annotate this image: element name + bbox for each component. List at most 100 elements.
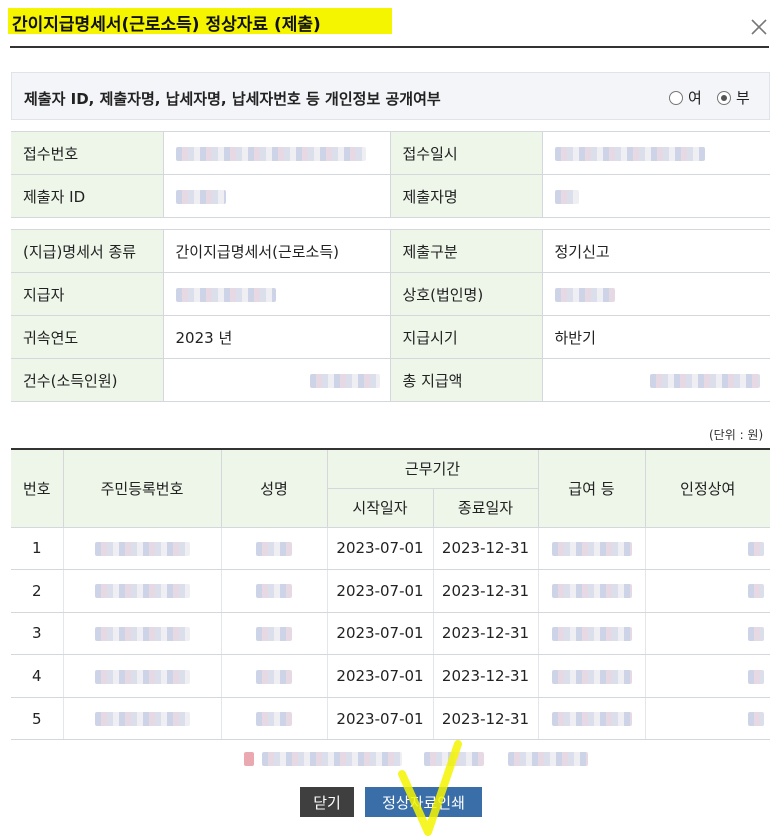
row-rrn (63, 697, 222, 741)
header-end-date: 종료일자 (432, 487, 539, 528)
redacted-value (554, 146, 705, 161)
redacted-value (256, 584, 292, 599)
row-salary (538, 527, 646, 571)
redacted-value (94, 626, 190, 641)
row-rrn (63, 569, 222, 613)
privacy-option-no[interactable]: 부 (717, 87, 750, 108)
table-header-row: 번호 주민등록번호 성명 근무기간 급여 등 인정상여 (11, 448, 771, 528)
table-row: 접수번호 접수일시 (11, 131, 770, 175)
submitter-name-value (542, 174, 770, 218)
count-value (163, 358, 391, 402)
redacted-value (748, 584, 765, 599)
payer-value (163, 272, 391, 316)
row-bonus (645, 697, 771, 741)
statement-type-value: 간이지급명세서(근로소득) (163, 229, 391, 273)
table-row: 4 2023-07-01 2023-12-31 (11, 654, 771, 698)
statement-info-table: (지급)명세서 종류 간이지급명세서(근로소득) 제출구분 정기신고 지급자 상… (11, 229, 770, 402)
row-no: 1 (11, 527, 64, 571)
redacted-value (551, 712, 632, 727)
redacted-value (424, 752, 484, 766)
redacted-value (748, 669, 765, 684)
row-bonus (645, 569, 771, 613)
row-salary (538, 697, 646, 741)
redacted-value (262, 752, 402, 766)
radio-yes-icon[interactable] (669, 90, 683, 105)
redacted-value (748, 712, 765, 727)
privacy-option-no-label: 부 (736, 89, 750, 107)
statement-type-label: (지급)명세서 종류 (11, 229, 164, 273)
redacted-value (554, 189, 579, 204)
submitter-id-label: 제출자 ID (11, 174, 164, 218)
close-icon[interactable] (748, 16, 770, 38)
row-name (221, 654, 328, 698)
header-salary: 급여 등 (537, 448, 646, 528)
redacted-value (551, 584, 632, 599)
company-label: 상호(법인명) (390, 272, 543, 316)
footer-redacted-text (244, 750, 588, 768)
redacted-value (256, 669, 292, 684)
redacted-value (94, 712, 190, 727)
privacy-option-yes-label: 여 (688, 89, 702, 107)
submit-category-label: 제출구분 (390, 229, 543, 273)
redacted-value (175, 189, 226, 204)
row-start-date: 2023-07-01 (327, 527, 434, 571)
row-name (221, 569, 328, 613)
employee-table-body: 1 2023-07-01 2023-12-31 2 2023-07-01 2023-12-… (11, 527, 771, 741)
submit-category-value: 정기신고 (542, 229, 770, 273)
row-salary (538, 569, 646, 613)
redacted-value (551, 541, 632, 556)
redacted-value (94, 541, 190, 556)
table-row: 2 2023-07-01 2023-12-31 (11, 569, 771, 613)
payer-label: 지급자 (11, 272, 164, 316)
row-end-date: 2023-12-31 (433, 569, 539, 613)
submitter-id-value (163, 174, 391, 218)
radio-no-icon[interactable] (717, 90, 731, 105)
header-bonus: 인정상여 (644, 448, 771, 528)
row-no: 5 (11, 697, 64, 741)
receipt-date-label: 접수일시 (390, 131, 543, 175)
privacy-label: 제출자 ID, 제출자명, 납세자명, 납세자번호 등 개인정보 공개여부 (24, 90, 441, 108)
redacted-value (508, 752, 588, 766)
row-rrn (63, 527, 222, 571)
table-row: 건수(소득인원) 총 지급액 (11, 358, 770, 402)
redacted-value (256, 626, 292, 641)
privacy-disclosure-box: 제출자 ID, 제출자명, 납세자명, 납세자번호 등 개인정보 공개여부 여 … (11, 72, 770, 120)
privacy-option-yes[interactable]: 여 (669, 87, 702, 108)
table-row: 1 2023-07-01 2023-12-31 (11, 527, 771, 571)
header-start-date: 시작일자 (327, 487, 434, 528)
redacted-value (256, 712, 292, 727)
redacted-value (94, 584, 190, 599)
row-end-date: 2023-12-31 (433, 654, 539, 698)
company-value (542, 272, 770, 316)
redacted-value (256, 541, 292, 556)
row-start-date: 2023-07-01 (327, 569, 434, 613)
title-divider (10, 46, 769, 48)
submitter-name-label: 제출자명 (390, 174, 543, 218)
redacted-value (175, 287, 276, 302)
dialog-titlebar: 간이지급명세서(근로소득) 정상자료 (제출) (0, 0, 779, 48)
table-row: 제출자 ID 제출자명 (11, 174, 770, 218)
close-button[interactable]: 닫기 (300, 787, 354, 817)
row-rrn (63, 654, 222, 698)
year-label: 귀속연도 (11, 315, 164, 359)
year-value: 2023 년 (163, 315, 391, 359)
pay-period-label: 지급시기 (390, 315, 543, 359)
redacted-value (650, 373, 760, 388)
header-rrn: 주민등록번호 (62, 448, 222, 528)
redacted-value (748, 541, 765, 556)
table-row: 5 2023-07-01 2023-12-31 (11, 697, 771, 741)
row-name (221, 697, 328, 741)
print-button[interactable]: 정상자료인쇄 (365, 787, 482, 817)
redacted-value (244, 752, 254, 766)
row-salary (538, 612, 646, 656)
redacted-value (94, 669, 190, 684)
header-work-period: 근무기간 (326, 448, 539, 489)
receipt-no-value (163, 131, 391, 175)
row-rrn (63, 612, 222, 656)
row-end-date: 2023-12-31 (433, 612, 539, 656)
redacted-value (309, 373, 380, 388)
redacted-value (175, 146, 366, 161)
row-bonus (645, 612, 771, 656)
table-row: 귀속연도 2023 년 지급시기 하반기 (11, 315, 770, 359)
table-row: 3 2023-07-01 2023-12-31 (11, 612, 771, 656)
